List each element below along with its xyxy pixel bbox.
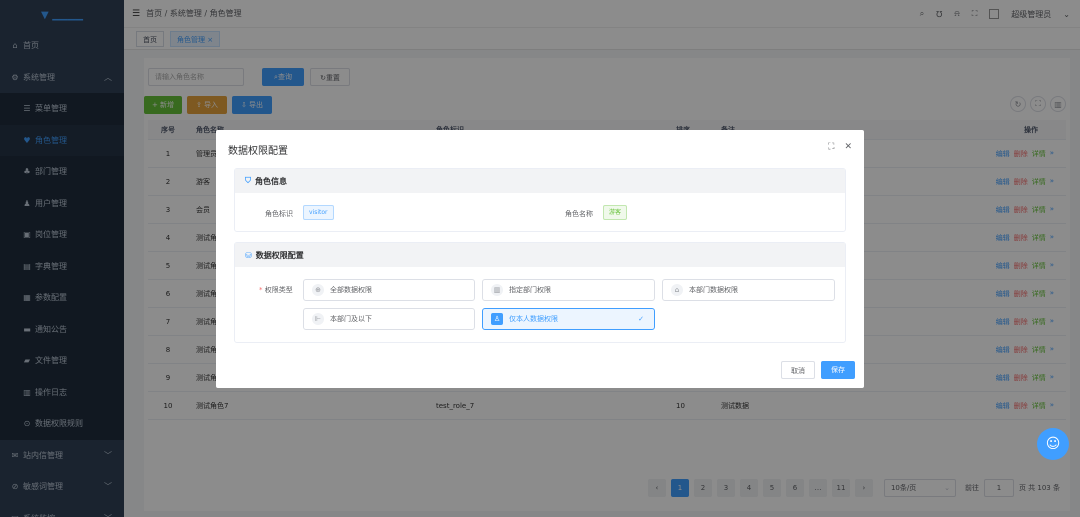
cancel-button[interactable]: 取消: [781, 361, 815, 379]
role-key-tag: visitor: [303, 205, 334, 220]
role-name-tag: 游客: [603, 205, 628, 220]
scope-option-dept-and-child[interactable]: ⊩ 本部门及以下: [303, 308, 475, 330]
role-name-label: 角色名称: [565, 210, 593, 218]
close-icon[interactable]: ✕: [844, 142, 852, 152]
check-icon: ✓: [638, 315, 644, 323]
data-scope-card: ⛁ 数据权限配置 * 权限类型 ⊕ 全部数据权限 ▥ 指定部门权限 ⌂ 本部门数据权限 …: [234, 242, 846, 343]
role-info-title: 角色信息: [255, 176, 287, 186]
dialog-title: 数据权限配置: [228, 146, 288, 157]
fullscreen-icon[interactable]: ⛶: [828, 142, 834, 152]
scope-type-text: 权限类型: [264, 286, 293, 294]
scope-option-all[interactable]: ⊕ 全部数据权限: [303, 279, 475, 301]
scope-option-self[interactable]: ♙ 仅本人数据权限 ✓: [482, 308, 655, 330]
robot-icon: ☺: [1045, 436, 1061, 452]
option-label: 全部数据权限: [330, 286, 372, 294]
role-info-card: ⛉ 角色信息 角色标识 visitor 角色名称 游客: [234, 168, 846, 232]
option-label: 仅本人数据权限: [509, 315, 558, 323]
ai-assistant-button[interactable]: ☺: [1037, 428, 1069, 460]
tree-icon: ⊩: [312, 313, 324, 325]
data-scope-dialog: 数据权限配置 ⛶ ✕ ⛉ 角色信息 角色标识 visitor 角色名称 游客 ⛁ 数…: [216, 130, 864, 388]
scope-type-label: * 权限类型: [259, 286, 293, 294]
database-icon: ⛁: [245, 250, 252, 260]
building-icon: ▥: [491, 284, 503, 296]
shield-icon: ⛉: [245, 176, 251, 185]
scope-option-dept[interactable]: ⌂ 本部门数据权限: [662, 279, 835, 301]
home-icon: ⌂: [671, 284, 683, 296]
data-scope-title: 数据权限配置: [255, 250, 304, 260]
option-label: 本部门及以下: [330, 315, 372, 323]
option-label: 本部门数据权限: [689, 286, 738, 294]
user-icon: ♙: [491, 313, 503, 325]
scope-option-custom-dept[interactable]: ▥ 指定部门权限: [482, 279, 655, 301]
role-key-label: 角色标识: [265, 210, 293, 218]
save-button[interactable]: 保存: [821, 361, 855, 379]
globe-icon: ⊕: [312, 284, 324, 296]
option-label: 指定部门权限: [509, 286, 551, 294]
